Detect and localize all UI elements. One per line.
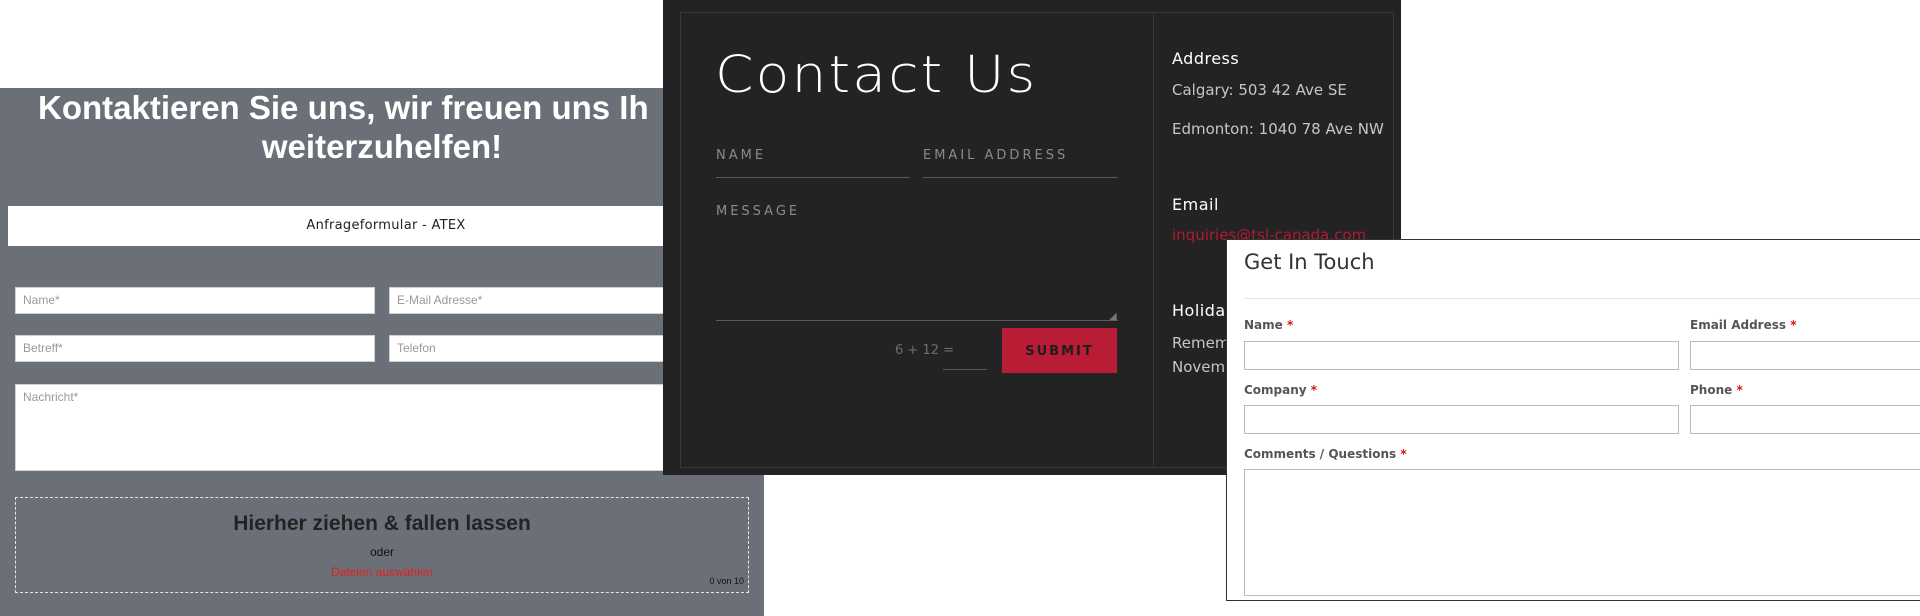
message-textarea[interactable]: Nachricht* [15,384,764,471]
submit-button[interactable]: SUBMIT [1002,328,1117,373]
name-field-underline[interactable] [716,177,910,178]
address-calgary: Calgary: 503 42 Ave SE [1172,81,1347,99]
select-files-link[interactable]: Dateien auswählen [16,565,748,579]
file-dropzone[interactable]: Hierher ziehen & fallen lassen oder Date… [15,497,749,593]
captcha-answer-input[interactable] [943,369,987,370]
comments-label-text: Comments / Questions [1244,447,1397,461]
resize-handle-icon[interactable]: ◢ [1109,311,1117,322]
email-label-text: Email Address [1690,318,1787,332]
column-divider [1153,12,1154,468]
name-field-label[interactable]: NAME [716,148,766,163]
name-input[interactable]: Name* [15,287,375,314]
get-in-touch-panel: Get In Touch Name * Email Address * Comp… [1226,239,1920,601]
phone-input[interactable] [1690,405,1920,434]
company-input[interactable] [1244,405,1679,434]
dropzone-or: oder [369,545,395,559]
email-label: Email Address * [1690,318,1796,332]
email-field-underline[interactable] [923,177,1118,178]
email-input[interactable] [1690,341,1920,370]
address-heading: Address [1172,49,1240,68]
message-field-underline[interactable] [716,320,1118,321]
comments-textarea[interactable] [1244,469,1920,596]
holiday-heading: Holida [1172,301,1226,320]
form-tab-anfrageformular[interactable]: Anfrageformular - ATEX [8,206,764,246]
get-in-touch-title: Get In Touch [1244,250,1375,274]
required-marker: * [1286,318,1294,332]
email-field-label[interactable]: EMAIL ADDRESS [923,148,1068,163]
required-marker: * [1400,447,1407,461]
subject-input[interactable]: Betreff* [15,335,375,362]
phone-label-text: Phone [1690,383,1733,397]
comments-label: Comments / Questions * [1244,447,1407,461]
message-field-label[interactable]: MESSAGE [716,204,800,219]
required-marker: * [1790,318,1797,332]
dropzone-title: Hierher ziehen & fallen lassen [233,512,531,535]
captcha-question: 6 + 12 = [895,343,954,358]
name-input[interactable] [1244,341,1679,370]
company-label-text: Company [1244,383,1307,397]
contact-us-title: Contact Us [715,46,1038,105]
name-label: Name * [1244,318,1293,332]
german-contact-panel: Kontaktieren Sie uns, wir freuen uns Ih … [0,88,764,616]
german-heading-line-1: Kontaktieren Sie uns, wir freuen uns Ih [38,89,649,126]
required-marker: * [1736,383,1743,397]
address-edmonton: Edmonton: 1040 78 Ave NW [1172,120,1384,138]
name-label-text: Name [1244,318,1283,332]
company-label: Company * [1244,383,1317,397]
file-counter: 0 von 10 [709,576,744,586]
german-heading-line-2: weiterzuhelfen! [261,128,503,165]
email-heading: Email [1172,195,1219,214]
required-marker: * [1310,383,1318,397]
form-tab-label: Anfrageformular - ATEX [306,218,466,233]
phone-label: Phone * [1690,383,1743,397]
title-divider [1244,298,1920,299]
